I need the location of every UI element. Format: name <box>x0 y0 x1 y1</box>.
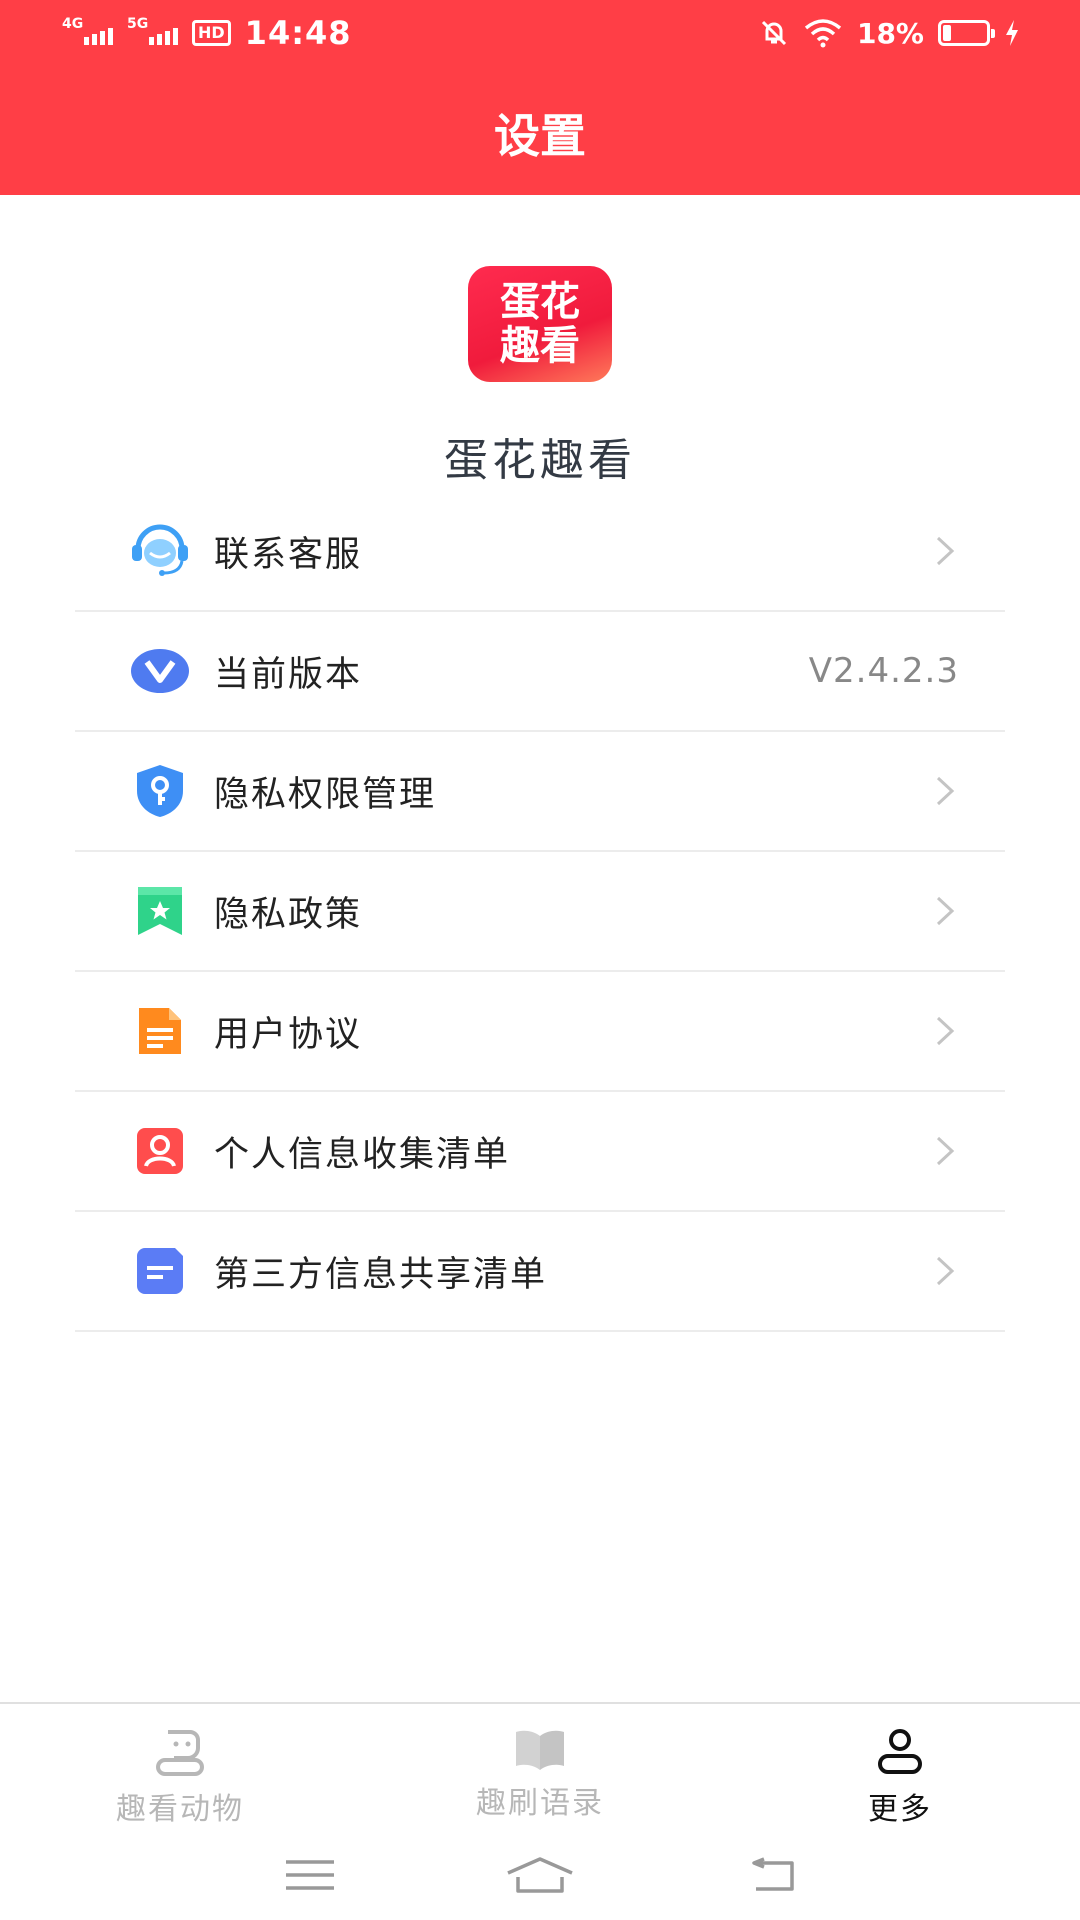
tab-animals[interactable]: 趣看动物 <box>0 1704 360 1830</box>
settings-screen: 4G 5G HD 14:48 18% 设置 蛋花 趣看 蛋花趣看 联系客服 当前… <box>0 0 1080 1920</box>
person-icon <box>878 1729 922 1774</box>
settings-menu: 联系客服 当前版本 V2.4.2.3 隐私权限管理 隐私政策 用户协议 个人信息… <box>75 492 1005 1332</box>
status-left: 4G 5G HD 14:48 <box>62 14 352 52</box>
app-identity: 蛋花 趣看 蛋花趣看 <box>0 266 1080 488</box>
menu-item-label: 联系客服 <box>214 534 363 575</box>
customer-service-icon <box>128 519 192 583</box>
menu-item-current-version[interactable]: 当前版本 V2.4.2.3 <box>75 612 1005 732</box>
menu-item-personal-info-list[interactable]: 个人信息收集清单 <box>75 1092 1005 1212</box>
version-value: V2.4.2.3 <box>808 651 959 691</box>
chevron-right-icon <box>936 1256 955 1286</box>
header: 4G 5G HD 14:48 18% 设置 <box>0 0 1080 195</box>
logo-text-line2: 趣看 <box>500 323 580 369</box>
list-icon <box>128 1239 192 1303</box>
system-navigation-bar <box>0 1830 1080 1920</box>
document-icon <box>128 999 192 1063</box>
tab-label: 趣看动物 <box>116 1792 244 1827</box>
signal-5g-icon: 5G <box>127 16 178 45</box>
menu-item-third-party-sharing-list[interactable]: 第三方信息共享清单 <box>75 1212 1005 1332</box>
signal-label: 5G <box>127 15 149 32</box>
home-icon[interactable] <box>504 1855 576 1895</box>
menu-icon[interactable] <box>284 1858 336 1892</box>
tab-quotes[interactable]: 趣刷语录 <box>360 1704 720 1830</box>
version-icon <box>128 639 192 703</box>
menu-item-label: 第三方信息共享清单 <box>214 1254 548 1295</box>
menu-item-privacy-policy[interactable]: 隐私政策 <box>75 852 1005 972</box>
mute-bell-icon <box>761 20 787 46</box>
menu-item-label: 用户协议 <box>214 1014 363 1055</box>
chevron-right-icon <box>936 896 955 926</box>
signal-label: 4G <box>62 15 84 32</box>
status-right: 18% <box>759 17 1020 50</box>
chevron-right-icon <box>936 1136 955 1166</box>
menu-item-customer-service[interactable]: 联系客服 <box>75 492 1005 612</box>
animal-icon <box>156 1730 204 1776</box>
status-time: 14:48 <box>244 14 352 52</box>
menu-item-user-agreement[interactable]: 用户协议 <box>75 972 1005 1092</box>
tab-label: 更多 <box>868 1792 932 1827</box>
tab-label: 趣刷语录 <box>476 1786 604 1821</box>
wifi-icon <box>804 19 842 48</box>
chevron-right-icon <box>936 536 955 566</box>
book-icon <box>516 1730 564 1770</box>
battery-icon <box>938 20 995 46</box>
app-logo: 蛋花 趣看 <box>468 266 612 382</box>
status-bar: 4G 5G HD 14:48 18% <box>0 0 1080 66</box>
shield-key-icon <box>128 759 192 823</box>
battery-fill <box>943 25 951 41</box>
chevron-right-icon <box>936 776 955 806</box>
app-name: 蛋花趣看 <box>444 435 636 486</box>
charging-icon <box>1006 20 1018 46</box>
menu-item-privacy-permissions[interactable]: 隐私权限管理 <box>75 732 1005 852</box>
menu-item-label: 隐私权限管理 <box>214 774 437 815</box>
tab-more[interactable]: 更多 <box>720 1704 1080 1830</box>
logo-text-line1: 蛋花 <box>500 279 580 325</box>
page-title: 设置 <box>494 109 586 163</box>
bottom-tab-bar: 趣看动物 趣刷语录 更多 <box>0 1702 1080 1830</box>
menu-item-label: 隐私政策 <box>214 894 363 935</box>
back-icon[interactable] <box>744 1857 796 1893</box>
signal-4g-icon: 4G <box>62 16 113 45</box>
menu-item-label: 当前版本 <box>214 654 363 695</box>
bookmark-star-icon <box>128 879 192 943</box>
menu-item-label: 个人信息收集清单 <box>214 1134 511 1175</box>
hd-voice-icon: HD <box>192 20 231 46</box>
chevron-right-icon <box>936 1016 955 1046</box>
user-card-icon <box>128 1119 192 1183</box>
battery-percent: 18% <box>856 16 924 50</box>
